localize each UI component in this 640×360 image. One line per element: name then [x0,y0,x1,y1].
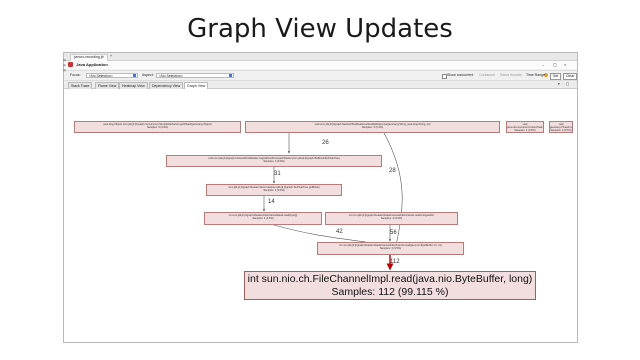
edge-label: 112 [390,259,400,265]
graph-node[interactable]: void com.jdk.jfr.jfrgraph.NetworkTextRea… [245,121,500,133]
focus-select[interactable]: <No Selection> [86,72,138,78]
time-range-label: Time Range [526,73,545,77]
app-window: jvmcrc-recording.jfr + Java Application … [63,52,578,343]
graph-canvas[interactable]: java.lang.Object com.jdk.jfr.jfrgraph.co… [64,89,577,342]
tab-heatmap-view[interactable]: Heatmap View [119,82,148,89]
minimize-button[interactable]: – [542,61,544,69]
tab-graph-view[interactable]: Graph View [184,82,209,89]
edge-label: 26 [322,140,329,146]
graph-node[interactable]: void com.jdk.jfr.jfrgraph.NetworkTextRea… [166,155,382,167]
graph-node[interactable]: int com.jdk.jfr.jfrgraph.Reader.FileChan… [204,212,322,225]
set-button[interactable]: Set [550,72,562,80]
tab-stack-trace[interactable]: Stack Trace [68,82,93,89]
graph-node[interactable]: java.lang.Object com.jdk.jfr.jfrgraph.co… [74,121,241,133]
maximize-button[interactable]: ▢ [553,61,557,69]
recording-tab[interactable]: jvmcrc-recording.jfr [70,54,108,61]
aspect-value: <No Selection> [159,73,183,78]
tab-flame-view[interactable]: Flame View [95,82,120,89]
close-button[interactable]: × [564,61,566,69]
title-bar: jvmcrc-recording.jfr + [64,53,577,61]
edge-label: 14 [268,199,275,205]
aspect-select[interactable]: <No Selection> [156,72,234,78]
slide-title: Graph View Updates [187,14,453,44]
graph-node[interactable]: int com.jdk.jfr.jfrgraph.Reader.ReaderAc… [325,212,458,225]
same-threads-option[interactable]: Same threads [500,73,522,78]
graph-edge [383,132,403,256]
contained-option[interactable]: Contained [479,73,495,78]
edge-label: 31 [274,171,281,177]
graph-node-hot[interactable]: int sun.nio.ch.FileChannelImpl.read(java… [244,271,536,300]
sidebar-icons: ▤ ▤ ▤ [63,58,66,72]
app-header: Java Application – ▢ × [64,61,577,69]
view-maximize-icon[interactable]: ▢ [566,81,569,88]
show-concurrent-label: Show concurrent [447,73,474,77]
view-menu-icon[interactable]: ▾ [558,81,560,88]
edge-label: 42 [336,229,343,235]
graph-node[interactable]: void java.util.concurrent.FutureTask.run… [506,121,544,133]
aspect-label: Aspect: [142,73,154,77]
app-name: Java Application [76,62,108,67]
clear-button[interactable]: Clear [563,72,578,80]
graph-node[interactable]: com.jdk.jfr.jfrgraph.Reader.Slow.read(co… [206,184,342,196]
graph-node[interactable]: int com.jdk.jfr.jfrgraph.Reader.ReaderAc… [317,242,464,255]
edge-label: 56 [390,230,397,236]
graph-node[interactable]: void java.lang.Thread.run() Samples: 2 (… [549,121,573,133]
chevron-down-icon [133,74,136,77]
left-sidebar-strip: ▤ ▤ ▤ [63,58,67,98]
app-logo-icon [68,62,73,68]
chevron-down-icon [229,74,232,77]
focus-value: <No Selection> [89,73,113,78]
tab-dependency-view[interactable]: Dependency View [149,82,184,89]
view-tabs: Stack Trace Flame View Heatmap View Depe… [64,81,577,89]
toolbar: Focus: <No Selection> Aspect: <No Select… [64,70,578,81]
new-tab-button[interactable]: + [110,53,112,60]
focus-label: Focus: [70,73,81,77]
edge-label: 28 [389,168,396,174]
